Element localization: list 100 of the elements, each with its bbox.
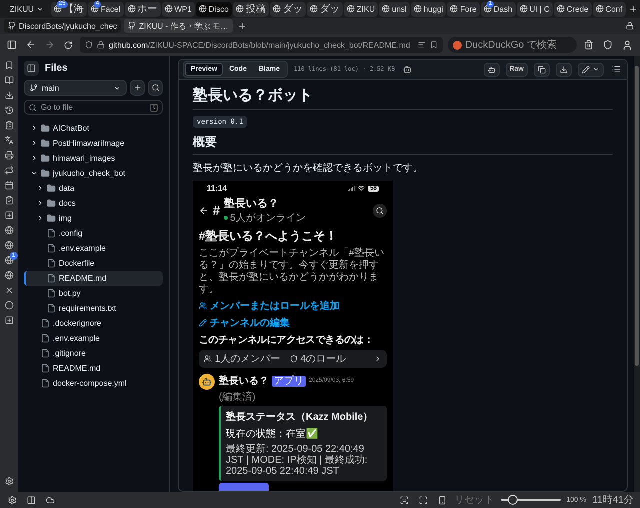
browser-tab[interactable]: unsl — [379, 2, 410, 16]
browser-tab[interactable]: UI | C — [516, 2, 553, 16]
folder-icon — [41, 139, 50, 148]
settings-icon[interactable] — [4, 477, 14, 486]
file-tree-item[interactable]: bot.py — [24, 286, 163, 301]
clipboard-icon[interactable] — [4, 121, 14, 130]
browser-tab[interactable]: Conf — [592, 2, 626, 16]
robot-icon — [488, 66, 496, 74]
file-tree-item[interactable]: docker-compose.yml — [24, 376, 163, 391]
reader-icon[interactable] — [418, 41, 426, 49]
channel-link[interactable]: チャンネルの編集 — [199, 316, 387, 330]
channel-link[interactable]: メンバーまたはロールを追加 — [199, 299, 387, 313]
browser-tab[interactable]: ZIKU — [344, 2, 378, 16]
settings-icon[interactable] — [6, 496, 19, 504]
globe-icon — [556, 5, 565, 13]
cloud-icon[interactable] — [44, 496, 57, 504]
browser-tab[interactable]: 投稿 — [232, 2, 269, 16]
browser-tab[interactable]: ダッ — [306, 2, 343, 16]
channel-name[interactable]: 塾長いる？ — [224, 196, 306, 211]
folder-tree-item[interactable]: PostHimawariImage — [24, 136, 163, 151]
globe-icon[interactable] — [4, 271, 14, 280]
browser-tab[interactable]: ダッ — [270, 2, 306, 16]
browser-tab[interactable]: DiscordBots/jyukucho_chec — [4, 19, 122, 33]
file-tree-item[interactable]: README.md — [24, 271, 163, 286]
folder-tree-item[interactable]: data — [24, 181, 163, 196]
repeat-icon[interactable] — [4, 166, 14, 175]
file-tree-item[interactable]: .env.example — [24, 331, 163, 346]
history-icon[interactable] — [4, 106, 14, 115]
workspace-selector[interactable]: ZIKUU — [4, 4, 50, 14]
access-card[interactable]: 1人のメンバー 4のロール — [199, 350, 387, 368]
branch-selector[interactable]: main — [24, 80, 127, 96]
browser-tab[interactable]: Fore — [447, 2, 480, 16]
robot-icon — [202, 377, 212, 387]
copilot-button[interactable] — [484, 62, 500, 76]
lock-icon[interactable] — [624, 22, 636, 30]
file-tree-item[interactable]: README.md — [24, 361, 163, 376]
cat-logo-icon — [128, 22, 136, 30]
folder-tree-item[interactable]: docs — [24, 196, 163, 211]
chevron-right-icon[interactable] — [37, 200, 44, 207]
chevron-right-icon[interactable] — [37, 215, 44, 222]
chevron-right-icon[interactable] — [31, 125, 38, 132]
file-tree-item[interactable]: .dockerignore — [24, 316, 163, 331]
file-tree-item[interactable]: .env.example — [24, 241, 163, 256]
browser-tab[interactable]: WP1 — [162, 2, 195, 16]
download-button[interactable] — [556, 62, 572, 76]
add-file-button[interactable] — [130, 80, 145, 96]
browser-tab[interactable]: ZIKUU - 作る・学ぶ モ… — [124, 19, 233, 33]
file-tree-item[interactable]: requirements.txt — [24, 301, 163, 316]
slider-thumb[interactable] — [508, 495, 518, 505]
browser-tab[interactable]: Crede — [554, 2, 592, 16]
reload-button[interactable] — [62, 40, 75, 50]
bookmark-icon[interactable] — [4, 61, 14, 70]
printer-icon[interactable] — [4, 151, 14, 160]
chevron-right-icon[interactable] — [37, 185, 44, 192]
browser-tab[interactable]: Disco — [196, 2, 232, 16]
address-field[interactable]: github.com/ZIKUU-SPACE/DiscordBots/blob/main/jyukucho_check_bot/README.md — [80, 37, 444, 53]
chevron-down-icon[interactable] — [31, 170, 38, 177]
download-icon[interactable] — [4, 91, 14, 100]
copy-button[interactable] — [534, 62, 550, 76]
scrollbar-thumb[interactable] — [635, 66, 639, 366]
x-logo-icon[interactable] — [4, 286, 14, 295]
trash-icon[interactable] — [582, 40, 596, 50]
robot-icon[interactable] — [401, 65, 414, 74]
lock-icon[interactable] — [97, 41, 105, 49]
translate-icon[interactable] — [4, 136, 14, 145]
add-panel-icon[interactable] — [4, 316, 14, 325]
search-engine-icon — [453, 40, 462, 50]
clock: 11時41分 — [592, 494, 634, 507]
search-field[interactable]: DuckDuckGo で検索 — [448, 37, 577, 53]
circle-icon[interactable] — [4, 301, 14, 310]
file-tree-item[interactable]: Dockerfile — [24, 256, 163, 271]
panel-toggle-icon[interactable] — [5, 40, 19, 50]
browser-tab[interactable]: ホー — [124, 2, 161, 16]
chevron-right-icon[interactable] — [31, 140, 38, 147]
chevron-right-icon[interactable] — [31, 155, 38, 162]
readme-title: 塾長いる？ボット — [193, 86, 613, 110]
back-arrow-icon[interactable] — [199, 206, 209, 216]
phone-time: 11:14 — [207, 184, 228, 193]
shield-icon[interactable] — [85, 41, 93, 49]
browser-tab[interactable]: huggi — [410, 2, 446, 16]
columns-icon[interactable] — [25, 496, 38, 504]
globe-icon[interactable] — [4, 226, 14, 235]
search-button[interactable] — [373, 204, 387, 218]
folder-tree-item[interactable]: himawari_images — [24, 151, 163, 166]
edit-button[interactable] — [578, 62, 604, 76]
folder-tree-item[interactable]: img — [24, 211, 163, 226]
file-tree-item[interactable]: .gitignore — [24, 346, 163, 361]
folder-tree-item[interactable]: AIChatBot — [24, 121, 163, 136]
wifi-icon — [358, 185, 366, 192]
globe-icon[interactable] — [4, 241, 14, 250]
globe-icon — [91, 5, 99, 13]
search-button[interactable] — [148, 80, 163, 96]
checklist-icon[interactable] — [4, 196, 14, 205]
book-icon[interactable] — [4, 76, 14, 85]
calendar-icon[interactable] — [4, 181, 14, 190]
file-tree-item[interactable]: .config — [24, 226, 163, 241]
folder-tree-item[interactable]: jyukucho_check_bot — [24, 166, 163, 181]
bookmark-icon[interactable] — [430, 41, 438, 49]
panel-toggle-button[interactable] — [24, 61, 39, 76]
square-icon[interactable] — [4, 211, 14, 220]
